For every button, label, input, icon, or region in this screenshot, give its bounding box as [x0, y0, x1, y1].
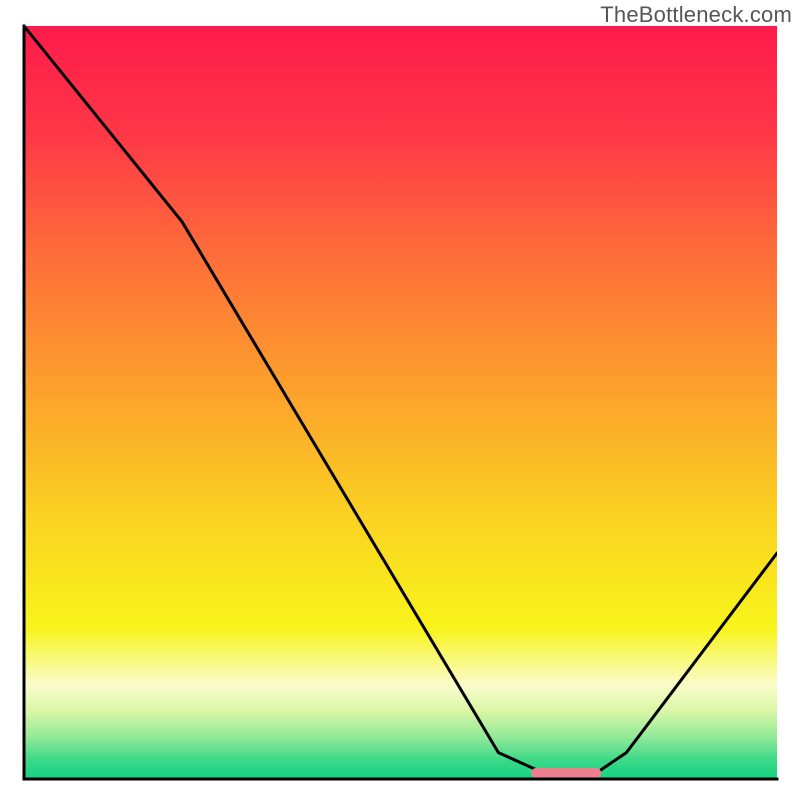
heat-gradient — [24, 26, 777, 779]
attribution-text: TheBottleneck.com — [600, 2, 792, 28]
chart-stage: TheBottleneck.com — [0, 0, 800, 800]
bottleneck-chart — [0, 0, 800, 800]
